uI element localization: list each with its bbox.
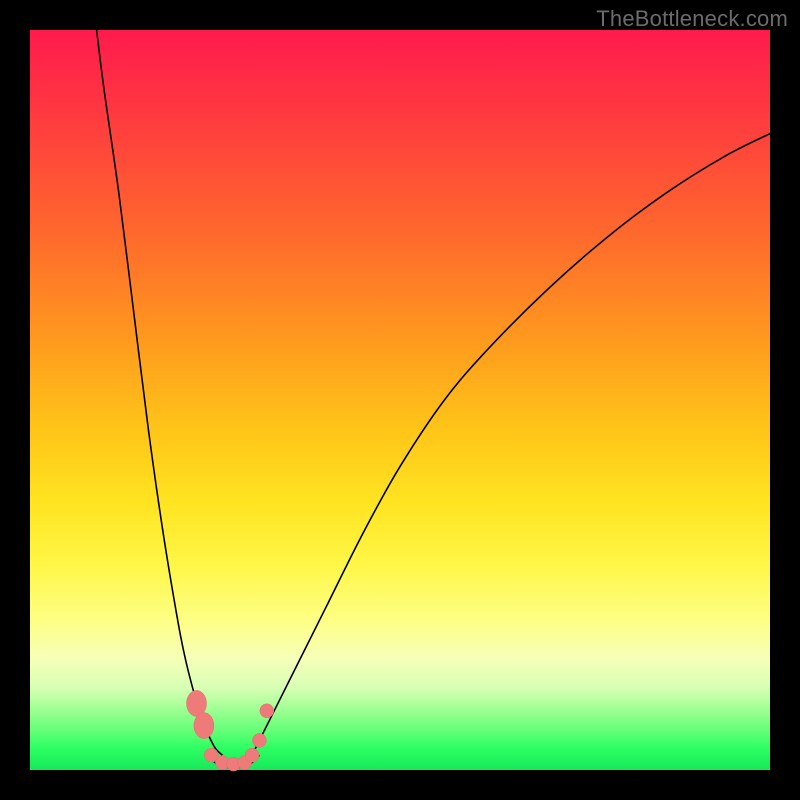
right-curve bbox=[252, 134, 770, 756]
chart-svg bbox=[30, 30, 770, 770]
watermark-text: TheBottleneck.com bbox=[596, 6, 788, 32]
left-curve bbox=[97, 30, 223, 755]
data-marker bbox=[194, 713, 214, 739]
plot-area bbox=[30, 30, 770, 770]
data-marker bbox=[252, 733, 266, 747]
markers-group bbox=[187, 690, 274, 771]
data-marker bbox=[245, 748, 259, 762]
data-marker bbox=[260, 704, 274, 718]
chart-frame: TheBottleneck.com bbox=[0, 0, 800, 800]
